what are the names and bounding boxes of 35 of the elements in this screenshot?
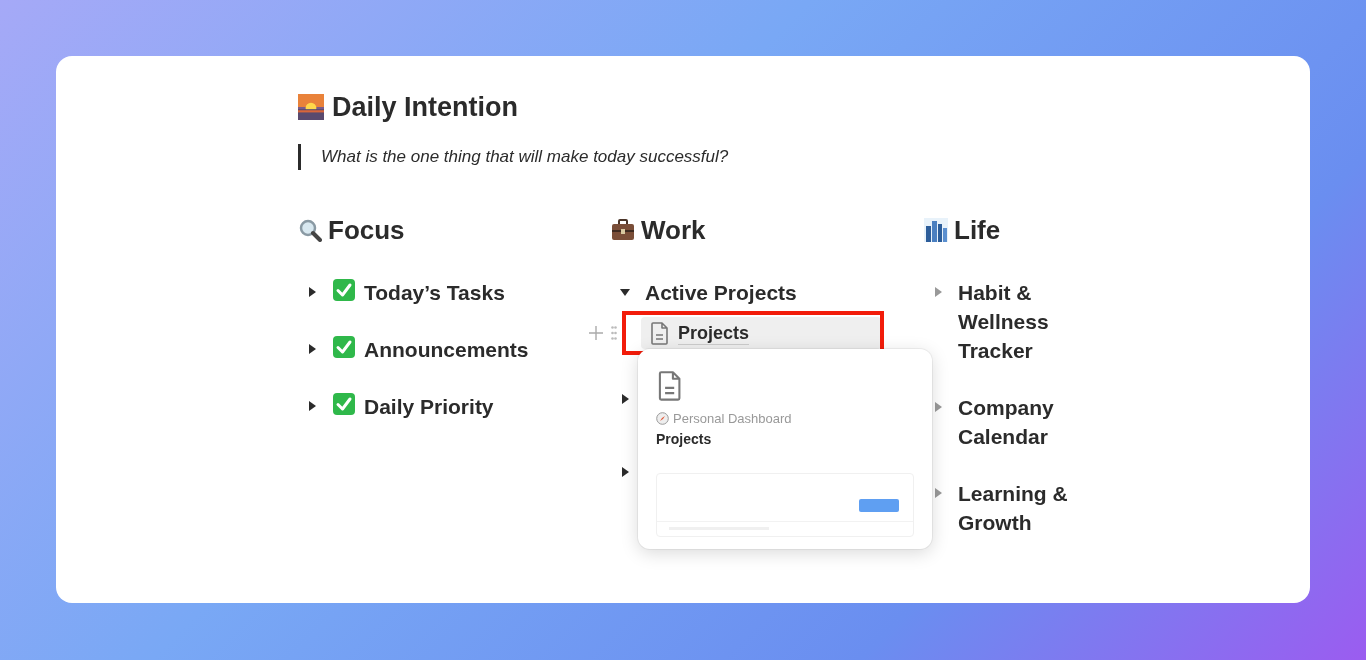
quote-block: What is the one thing that will make today successful? [298, 144, 1158, 170]
expand-toggle-icon[interactable] [619, 466, 631, 478]
expand-toggle-icon[interactable] [306, 400, 318, 412]
toggle-item[interactable]: Learning & Growth [958, 479, 1083, 537]
toggle-item[interactable]: Today’s Tasks [364, 278, 505, 307]
toggle-item[interactable]: Habit & Wellness Tracker [958, 278, 1083, 365]
compass-icon [656, 412, 669, 425]
expand-toggle-icon[interactable] [932, 286, 944, 298]
document-icon [649, 321, 670, 345]
drag-handle-icon[interactable] [611, 326, 617, 340]
section-heading: Life [954, 214, 1001, 246]
checkbox-icon [332, 335, 356, 359]
expand-toggle-icon[interactable] [932, 401, 944, 413]
document-icon [656, 371, 682, 401]
section-heading: Work [641, 214, 706, 246]
toggle-item[interactable]: Active Projects [645, 278, 797, 307]
page-link[interactable]: Projects [641, 317, 881, 349]
expand-toggle-icon[interactable] [306, 286, 318, 298]
city-icon [924, 218, 948, 242]
preview-title: Projects [656, 431, 713, 447]
magnifier-icon [298, 218, 322, 242]
section-heading: Focus [328, 214, 405, 246]
toggle-item[interactable]: Daily Priority [364, 392, 494, 421]
expand-toggle-icon[interactable] [619, 393, 631, 405]
toggle-item[interactable]: Company Calendar [958, 393, 1083, 451]
briefcase-icon [611, 218, 635, 242]
checkbox-icon [332, 392, 356, 416]
collapse-toggle-icon[interactable] [619, 286, 631, 298]
expand-toggle-icon[interactable] [306, 343, 318, 355]
page-heading: Daily Intention [332, 91, 518, 123]
sunrise-icon [298, 94, 324, 120]
expand-toggle-icon[interactable] [932, 487, 944, 499]
toggle-item[interactable]: Announcements [364, 335, 529, 364]
breadcrumb: Personal Dashboard [673, 411, 792, 426]
checkbox-icon [332, 278, 356, 302]
